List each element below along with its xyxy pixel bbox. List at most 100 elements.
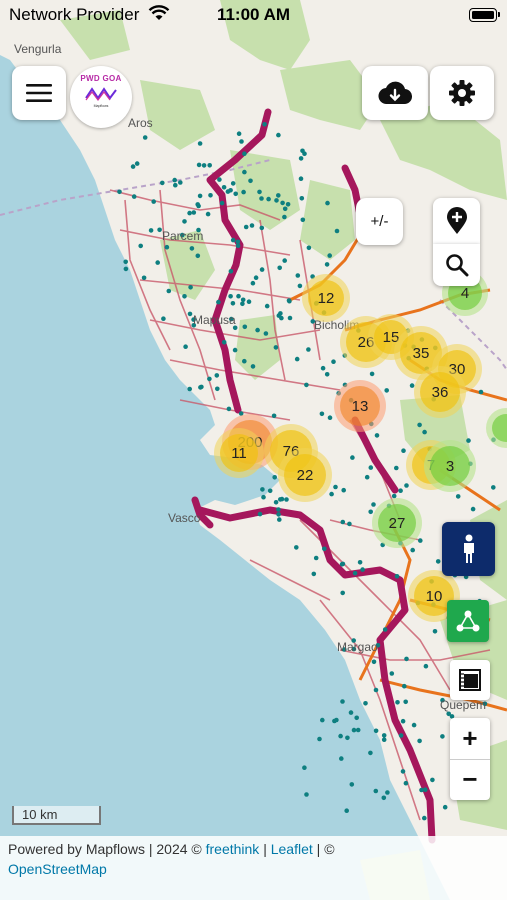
asset-pin bbox=[422, 815, 427, 821]
asset-pin bbox=[430, 777, 435, 783]
asset-pin bbox=[277, 517, 282, 522]
asset-pin bbox=[470, 506, 476, 512]
asset-pin bbox=[246, 299, 252, 305]
map-layers-button[interactable] bbox=[450, 660, 490, 700]
asset-pin bbox=[226, 406, 232, 412]
asset-pin bbox=[260, 487, 265, 492]
asset-pin bbox=[404, 483, 409, 488]
asset-pin bbox=[369, 371, 375, 377]
network-icon bbox=[456, 610, 480, 632]
asset-pin bbox=[400, 769, 406, 774]
network-button[interactable] bbox=[447, 600, 489, 642]
asset-pin bbox=[221, 185, 227, 190]
asset-pin bbox=[131, 194, 137, 199]
asset-pin bbox=[394, 465, 399, 471]
asset-pin bbox=[333, 484, 338, 490]
asset-pin bbox=[440, 734, 445, 739]
asset-pin bbox=[327, 253, 333, 258]
asset-pin bbox=[389, 671, 395, 676]
asset-pin bbox=[368, 465, 374, 470]
asset-pin bbox=[423, 787, 428, 792]
menu-button[interactable] bbox=[12, 66, 66, 120]
asset-pin bbox=[208, 193, 213, 198]
download-button[interactable] bbox=[362, 66, 428, 120]
zoom-out-button[interactable]: − bbox=[450, 760, 490, 800]
cluster-marker[interactable]: 36 bbox=[414, 366, 466, 418]
asset-pin bbox=[278, 497, 283, 502]
cluster-marker[interactable]: 3 bbox=[424, 440, 476, 492]
asset-pin bbox=[182, 219, 187, 224]
asset-pin bbox=[195, 253, 201, 259]
asset-pin bbox=[243, 224, 249, 230]
asset-pin bbox=[300, 217, 306, 223]
asset-pin bbox=[173, 182, 178, 188]
asset-pin bbox=[324, 262, 330, 267]
cluster-marker[interactable]: 22 bbox=[278, 448, 332, 502]
asset-pin bbox=[205, 211, 211, 217]
asset-pin bbox=[255, 327, 260, 333]
attribution-separator: | bbox=[259, 841, 271, 857]
place-label-vengurla: Vengurla bbox=[14, 42, 62, 56]
asset-pin bbox=[381, 737, 387, 742]
leaflet-link[interactable]: Leaflet bbox=[271, 841, 313, 857]
asset-pin bbox=[280, 200, 285, 206]
asset-pin bbox=[304, 382, 309, 388]
asset-pin bbox=[257, 511, 263, 517]
asset-pin bbox=[363, 701, 368, 706]
asset-pin bbox=[294, 545, 299, 550]
asset-pin bbox=[123, 266, 129, 272]
asset-pin bbox=[160, 180, 165, 186]
asset-pin bbox=[276, 193, 281, 198]
asset-pin bbox=[417, 738, 422, 744]
asset-pin bbox=[241, 189, 246, 195]
cluster-marker[interactable]: 13 bbox=[334, 380, 386, 432]
asset-pin bbox=[354, 715, 360, 721]
asset-pin bbox=[161, 316, 166, 322]
asset-pin bbox=[302, 151, 307, 156]
asset-pin bbox=[381, 733, 387, 738]
asset-pin bbox=[340, 519, 346, 525]
settings-button[interactable] bbox=[430, 66, 494, 120]
cluster-marker[interactable]: 11 bbox=[214, 428, 264, 478]
asset-pin bbox=[151, 199, 156, 204]
person-button[interactable] bbox=[442, 522, 495, 576]
asset-pin bbox=[274, 198, 279, 203]
asset-pin bbox=[287, 298, 292, 304]
asset-pin bbox=[273, 500, 279, 505]
cluster-marker[interactable]: 12 bbox=[302, 274, 350, 322]
asset-pin bbox=[182, 294, 187, 299]
toggle-layer-label: +/- bbox=[370, 213, 389, 230]
asset-pin bbox=[287, 315, 293, 321]
asset-pin bbox=[261, 494, 266, 500]
cluster-marker[interactable]: 27 bbox=[372, 498, 422, 548]
cloud-download-icon bbox=[378, 81, 412, 105]
asset-pin bbox=[403, 780, 409, 786]
map-layers-icon bbox=[459, 669, 481, 691]
asset-pin bbox=[138, 243, 143, 249]
asset-pin bbox=[240, 297, 246, 303]
asset-pin bbox=[302, 765, 307, 770]
asset-pin bbox=[250, 364, 256, 369]
logo-subtext: Mapflows bbox=[93, 104, 109, 108]
toggle-layer-button[interactable]: +/- bbox=[356, 198, 403, 245]
asset-pin bbox=[373, 788, 379, 794]
asset-pin bbox=[442, 804, 448, 810]
asset-pin bbox=[398, 733, 404, 738]
openstreetmap-link[interactable]: OpenStreetMap bbox=[8, 861, 107, 877]
asset-pin bbox=[404, 656, 409, 662]
zoom-in-button[interactable]: + bbox=[450, 719, 490, 760]
asset-pin bbox=[196, 162, 202, 168]
asset-pin bbox=[350, 455, 355, 460]
asset-pin bbox=[207, 376, 212, 382]
add-location-button[interactable] bbox=[433, 198, 480, 244]
search-button[interactable] bbox=[433, 244, 480, 286]
asset-pin bbox=[130, 164, 136, 169]
asset-pin bbox=[381, 795, 387, 801]
freethink-link[interactable]: freethink bbox=[206, 841, 260, 857]
asset-pin bbox=[294, 356, 300, 362]
place-label-aros: Aros bbox=[128, 116, 153, 130]
asset-pin bbox=[242, 151, 247, 156]
asset-pin bbox=[334, 228, 340, 234]
hamburger-icon bbox=[26, 84, 52, 102]
asset-pin bbox=[236, 131, 242, 136]
